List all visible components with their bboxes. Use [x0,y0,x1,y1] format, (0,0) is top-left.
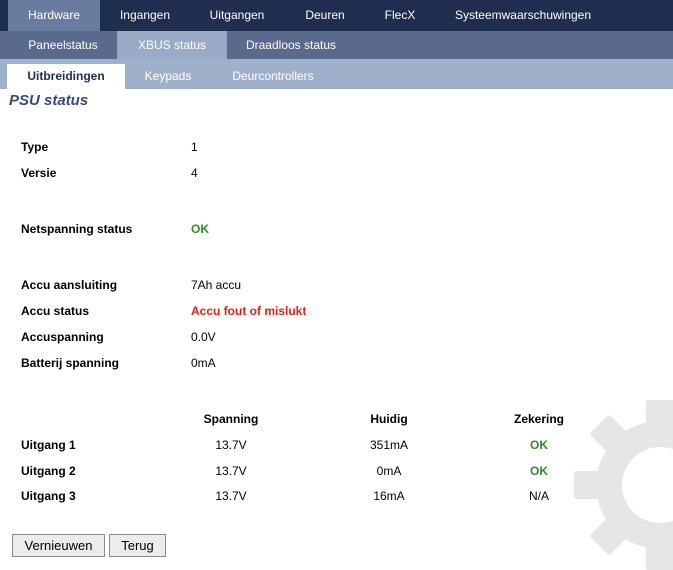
tab-paneelstatus[interactable]: Paneelstatus [18,31,108,59]
page-title: PSU status [9,92,89,109]
tab-xbus-status[interactable]: XBUS status [117,31,227,59]
accuspanning-label: Accuspanning [21,330,104,344]
col-header-huidig: Huidig [370,412,408,426]
netspanning-value: OK [191,222,209,236]
tab-uitbreidingen[interactable]: Uitbreidingen [7,64,125,89]
back-button[interactable]: Terug [109,534,166,557]
type-value: 1 [191,140,198,154]
tab-ingangen[interactable]: Ingangen [100,0,190,31]
output-row-name: Uitgang 1 [21,438,76,452]
tab-deurcontrollers[interactable]: Deurcontrollers [220,64,326,89]
versie-value: 4 [191,166,198,180]
batterij-spanning-value: 0mA [191,356,216,370]
tab-flecx[interactable]: FlecX [370,0,430,31]
output-row-name: Uitgang 2 [21,464,76,478]
tab-systeemwaarschuwingen[interactable]: Systeemwaarschuwingen [440,0,606,31]
versie-label: Versie [21,166,57,180]
accu-status-value: Accu fout of mislukt [191,304,307,318]
output-row-spanning: 13.7V [215,438,247,452]
secondary-nav: Paneelstatus XBUS status Draadloos statu… [0,31,673,59]
tab-hardware[interactable]: Hardware [8,0,100,31]
primary-nav: Hardware Ingangen Uitgangen Deuren FlecX… [0,0,673,31]
output-row-huidig: 351mA [369,438,409,452]
accu-status-label: Accu status [21,304,90,318]
output-row-huidig: 0mA [376,464,402,478]
col-header-zekering: Zekering [513,412,564,426]
col-header-spanning: Spanning [203,412,259,426]
type-label: Type [21,140,49,154]
refresh-button[interactable]: Vernieuwen [12,534,105,557]
batterij-spanning-label: Batterij spanning [21,356,120,370]
output-row-spanning: 13.7V [215,489,247,503]
output-row-zekering: OK [530,438,548,452]
accuspanning-value: 0.0V [191,330,216,344]
tab-draadloos-status[interactable]: Draadloos status [235,31,347,59]
netspanning-label: Netspanning status [21,222,133,236]
output-row-zekering: OK [530,464,548,478]
output-row-huidig: 16mA [373,489,405,503]
accu-aansluiting-label: Accu aansluiting [21,278,118,292]
accu-aansluiting-value: 7Ah accu [191,278,242,292]
output-row-zekering: N/A [528,489,549,503]
output-row-name: Uitgang 3 [21,489,76,503]
tab-deuren[interactable]: Deuren [282,0,368,31]
tertiary-nav: Uitbreidingen Keypads Deurcontrollers [0,59,673,89]
tab-keypads[interactable]: Keypads [130,64,206,89]
tab-uitgangen[interactable]: Uitgangen [192,0,282,31]
output-row-spanning: 13.7V [215,464,247,478]
